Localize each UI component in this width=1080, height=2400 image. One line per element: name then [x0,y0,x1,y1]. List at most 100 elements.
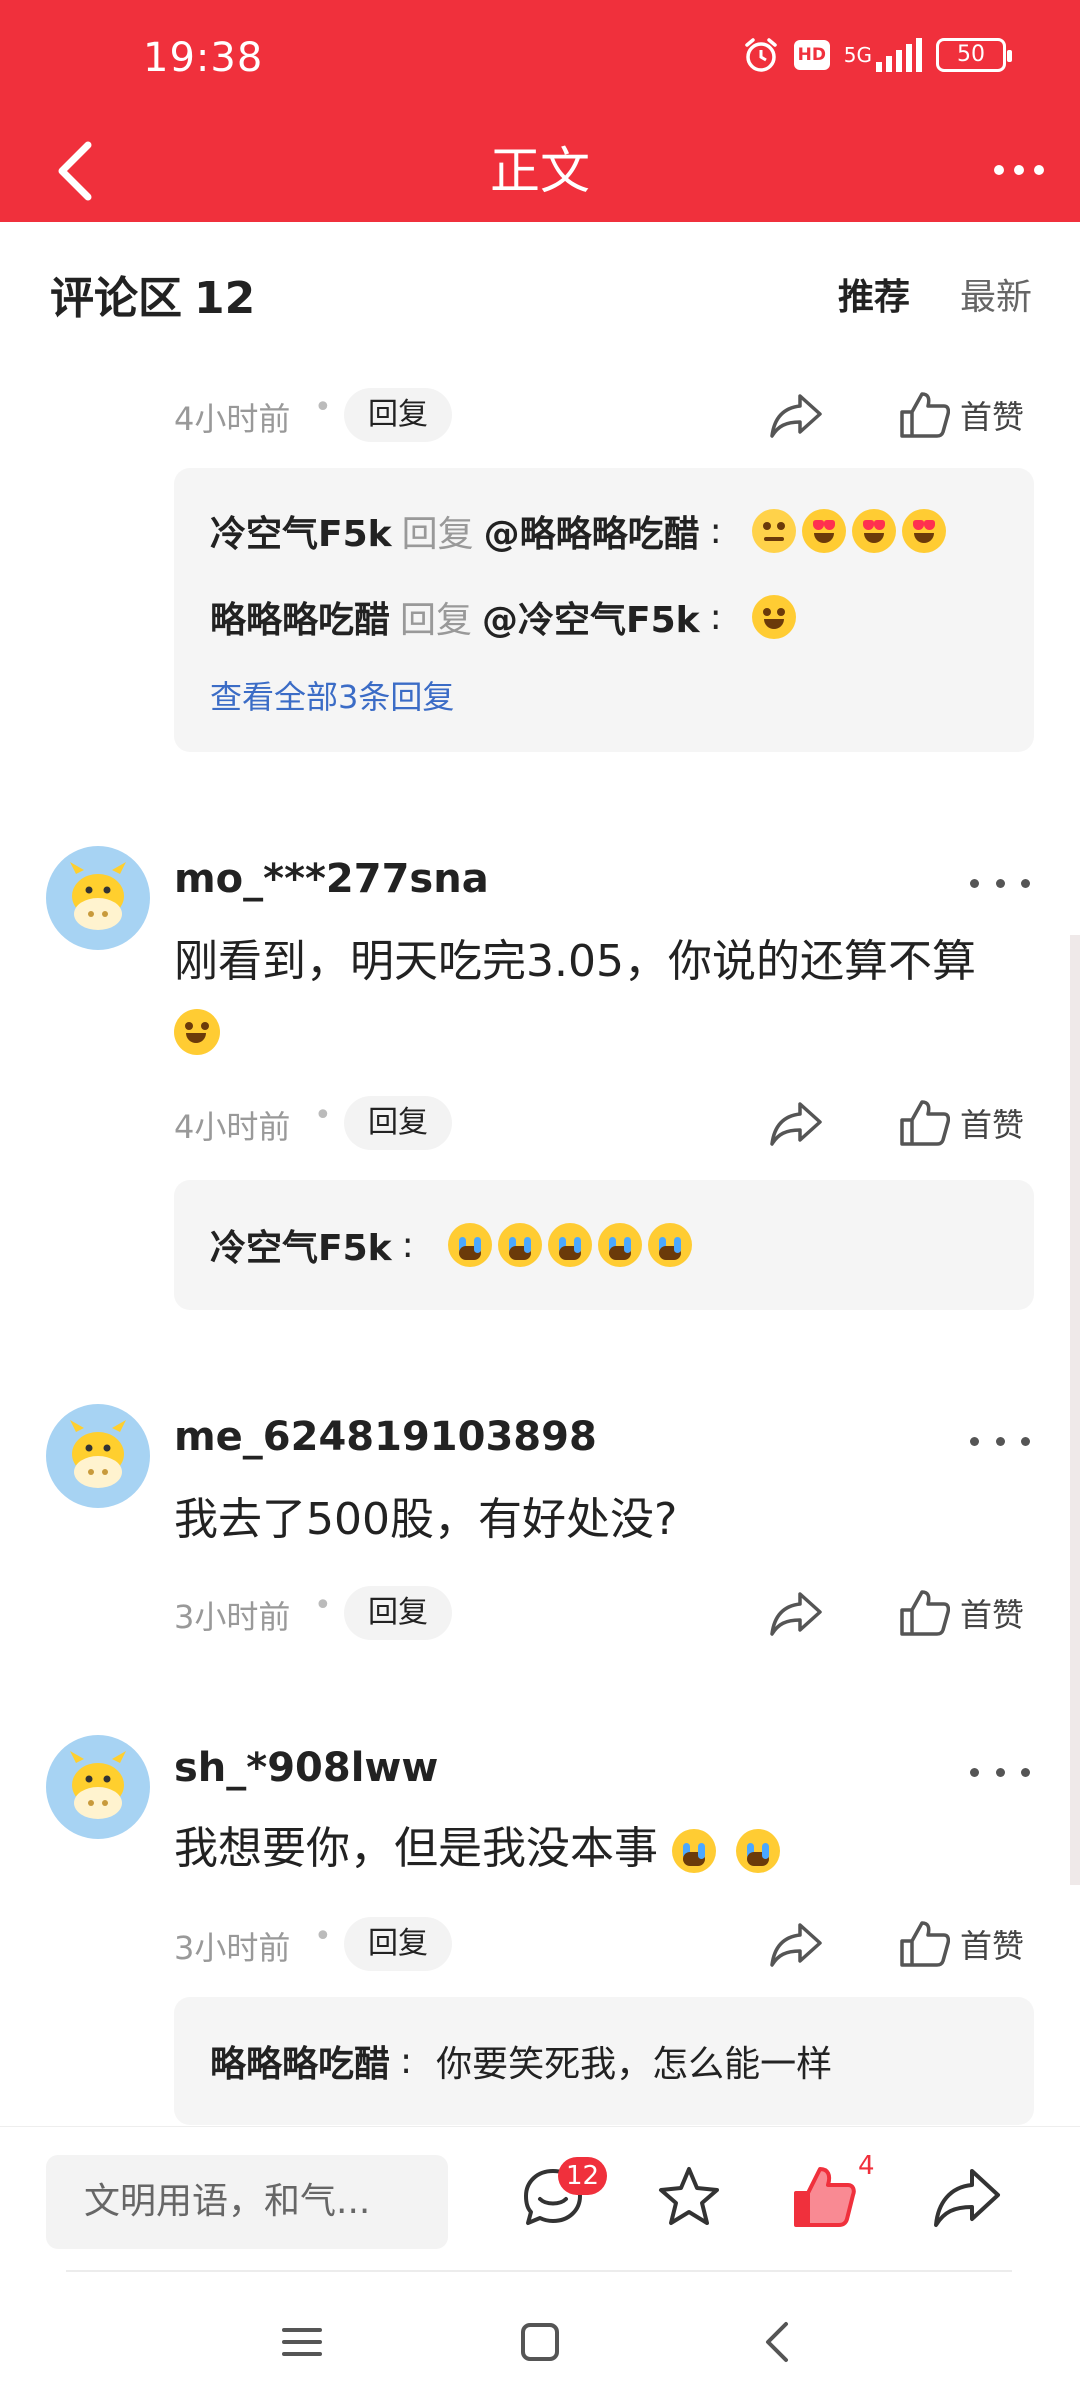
reply-button[interactable]: 回复 [344,388,452,442]
thumbs-up-icon [900,1590,950,1636]
comment-username[interactable]: sh_*908lww [174,1745,438,1791]
like-button[interactable]: 首赞 [898,1586,1024,1640]
battery-level: 50 [957,42,985,67]
comment-time: 3小时前 [174,1598,291,1636]
cow-avatar-icon [70,1751,126,1819]
thumbs-up-icon [900,1921,950,1967]
comment-text-content: 刚看到，明天吃完3.05，你说的还算不算 [174,936,976,987]
bottom-action-bar: 文明用语，和气... 12 4 [0,2126,1080,2272]
reply-item[interactable]: 冷空气F5k 回复 @略略略吃醋 : [210,488,998,574]
status-icons: HD 5G 50 [742,36,1012,74]
comments-title-label: 评论区 [50,273,182,324]
like-count: 4 [858,2151,875,2181]
page-title: 正文 [490,142,590,200]
like-label: 首赞 [960,1596,1025,1634]
thumbs-up-icon [900,1100,950,1146]
reply-username[interactable]: 冷空气F5k [210,1219,392,1271]
reply-mention[interactable]: @冷空气F5k [482,591,700,643]
view-all-replies-link[interactable]: 查看全部3条回复 [210,660,998,730]
share-icon[interactable] [768,1919,824,1969]
comment-input[interactable]: 文明用语，和气... [46,2155,448,2249]
comment-text: 我想要你，但是我没本事 [174,1815,1034,1883]
comment-actions: 3小时前 • 回复 首赞 [174,1586,1034,1640]
comment-count-badge: 12 [558,2157,608,2195]
crying-laughing-emoji-icon [647,1223,692,1267]
reply-text: 你要笑死我，怎么能一样 [436,2044,833,2085]
reply-box[interactable]: 冷空气F5k : [174,1180,1034,1310]
more-icon[interactable] [970,1426,1030,1456]
like-label: 首赞 [960,1106,1025,1144]
cow-avatar-icon [70,862,126,930]
reply-colon: : [709,596,722,638]
grin-emoji-icon [751,595,796,639]
separator-dot: • [314,1098,332,1133]
crying-laughing-emoji-icon [447,1223,492,1267]
sort-recommend-tab[interactable]: 推荐 [838,268,910,320]
comment-username[interactable]: mo_***277sna [174,856,489,902]
share-icon[interactable] [932,2163,1002,2233]
reply-username[interactable]: 冷空气F5k [210,505,392,557]
reply-colon: : [401,1224,414,1266]
reply-box[interactable]: 略略略吃醋 : 你要笑死我，怎么能一样 [174,1997,1034,2125]
more-icon[interactable] [970,868,1030,898]
star-icon[interactable] [654,2163,724,2233]
crying-laughing-emoji-icon [736,1829,780,1873]
top-header: 19:38 HD 5G 50 正文 [0,0,1080,222]
comment-text-content: 我想要你，但是我没本事 [174,1823,658,1874]
comment-time: 3小时前 [174,1929,291,1967]
reply-username[interactable]: 略略略吃醋 [210,591,390,643]
share-icon[interactable] [768,1588,824,1638]
like-button[interactable]: 首赞 [898,1917,1024,1971]
avatar[interactable] [46,1404,150,1508]
more-icon[interactable] [970,1757,1030,1787]
reply-item[interactable]: 略略略吃醋 回复 @冷空气F5k : [210,574,998,660]
comments-header: 评论区 12 推荐 最新 [0,222,1080,358]
like-button[interactable]: 首赞 [898,1096,1024,1150]
avatar[interactable] [46,846,150,950]
crying-laughing-emoji-icon [497,1223,542,1267]
reply-button[interactable]: 回复 [344,1917,452,1971]
back-icon[interactable] [748,2312,808,2372]
avatar[interactable] [46,1735,150,1839]
reply-mention[interactable]: @略略略吃醋 [484,505,700,557]
heart-eyes-emoji-icon [851,509,896,553]
reply-verb: 回复 [400,600,473,641]
comment-item: sh_*908lww 我想要你，但是我没本事 3小时前 • 回复 首赞 略略略吃… [0,1735,1080,2125]
cow-avatar-icon [70,1420,126,1488]
alarm-icon [745,38,777,72]
reply-box[interactable]: 冷空气F5k 回复 @略略略吃醋 : 略略略吃醋 回复 @冷空气F5k : 查看… [174,468,1034,752]
comments-count: 12 [194,273,256,324]
comment-item: mo_***277sna 刚看到，明天吃完3.05，你说的还算不算 4小时前 •… [0,846,1080,1316]
crying-laughing-emoji-icon [597,1223,642,1267]
comment-actions: 4小时前 • 回复 首赞 [174,1096,1034,1150]
comment-username[interactable]: me_624819103898 [174,1414,597,1460]
reply-username[interactable]: 略略略吃醋 [210,2035,390,2087]
sweat-emoji-icon [751,509,796,553]
reply-item[interactable]: 冷空气F5k : [210,1219,698,1271]
comment-time: 4小时前 [174,1108,291,1146]
sort-latest-tab[interactable]: 最新 [960,268,1032,320]
reply-item[interactable]: 略略略吃醋 : 你要笑死我，怎么能一样 [210,2035,832,2087]
system-navigation-bar [0,2272,1080,2400]
more-icon[interactable] [984,150,1054,190]
grin-emoji-icon [174,1009,220,1055]
comments-title: 评论区 12 [50,262,255,326]
reply-colon: : [400,2040,413,2082]
reply-button[interactable]: 回复 [344,1586,452,1640]
home-icon[interactable] [510,2312,570,2372]
separator-dot: • [314,1588,332,1623]
share-icon[interactable] [768,390,824,440]
reply-button[interactable]: 回复 [344,1096,452,1150]
signal-icon [876,38,922,72]
comment-item: me_624819103898 我去了500股，有好处没? 3小时前 • 回复 … [0,1404,1080,1654]
comment-time: 4小时前 [174,400,291,438]
menu-icon[interactable] [272,2312,332,2372]
comment-actions: 3小时前 • 回复 首赞 [174,1917,1034,1971]
like-button[interactable]: 首赞 [898,388,1024,442]
crying-laughing-emoji-icon [672,1829,716,1873]
comment-actions: 4小时前 • 回复 首赞 [174,388,1034,442]
separator-dot: • [314,390,332,425]
share-icon[interactable] [768,1098,824,1148]
thumbs-up-icon[interactable] [790,2163,860,2233]
separator-dot: • [314,1919,332,1954]
